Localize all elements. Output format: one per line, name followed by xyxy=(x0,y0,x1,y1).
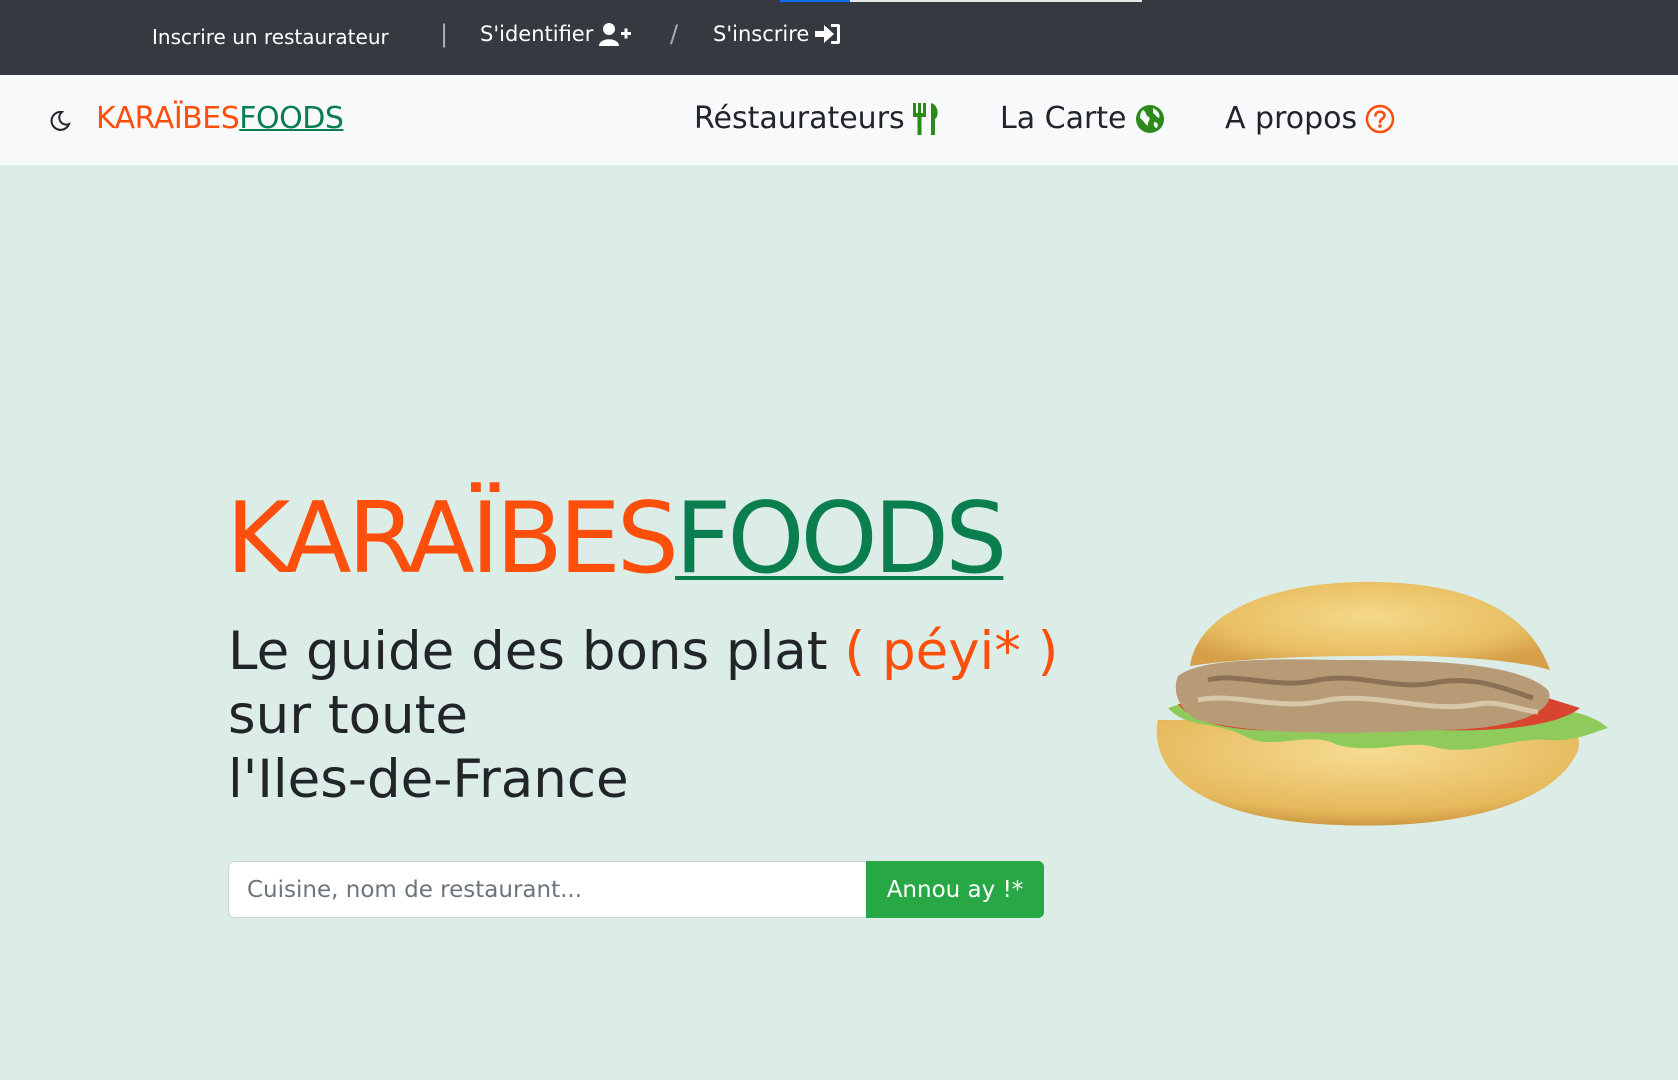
brand-logo[interactable]: KARAÏBESFOODS xyxy=(96,101,344,136)
utensils-icon xyxy=(912,102,938,135)
brand-part1: KARAÏBES xyxy=(96,101,240,136)
dark-mode-toggle-icon[interactable] xyxy=(48,109,72,133)
top-bar: Inscrire un restaurateur | S'identifier … xyxy=(0,0,1678,75)
question-circle-icon xyxy=(1365,104,1395,133)
globe-icon xyxy=(1135,104,1164,133)
tagline-line1: Le guide des bons plat xyxy=(228,621,828,682)
loading-progress-bar xyxy=(780,0,850,2)
main-navbar: KARAÏBESFOODS Réstaurateurs La Carte A p… xyxy=(0,75,1678,165)
hero-tagline: Le guide des bons plat ( péyi* ) sur tou… xyxy=(228,620,1088,812)
hero-brand-part1: KARAÏBES xyxy=(226,482,679,596)
login-link[interactable]: S'identifier xyxy=(480,22,632,46)
register-restaurant-link[interactable]: Inscrire un restaurateur xyxy=(152,25,389,49)
sandwich-image xyxy=(1156,581,1608,826)
hero-brand-title: KARAÏBESFOODS xyxy=(226,490,1007,588)
signup-label: S'inscrire xyxy=(713,22,810,46)
search-input[interactable] xyxy=(228,861,866,918)
nav-link-label: La Carte xyxy=(1000,101,1127,136)
tagline-line2: sur toute xyxy=(228,685,469,746)
separator: / xyxy=(670,20,679,48)
login-label: S'identifier xyxy=(480,22,594,46)
user-plus-icon xyxy=(599,23,632,46)
brand-part2: FOODS xyxy=(239,101,344,136)
signup-link[interactable]: S'inscrire xyxy=(713,22,841,46)
sign-in-icon xyxy=(815,24,841,44)
nav-link-label: Réstaurateurs xyxy=(694,101,905,136)
nav-link-la-carte[interactable]: La Carte xyxy=(1000,101,1165,136)
tagline-line1-row: Le guide des bons plat ( péyi* ) xyxy=(228,620,1088,684)
nav-link-a-propos[interactable]: A propos xyxy=(1225,101,1395,136)
register-restaurant-label: Inscrire un restaurateur xyxy=(152,25,389,49)
separator: | xyxy=(440,20,449,48)
nav-link-restaurateurs[interactable]: Réstaurateurs xyxy=(694,101,939,136)
nav-link-label: A propos xyxy=(1225,101,1358,136)
hero-brand-part2: FOODS xyxy=(675,482,1007,596)
loading-progress-track xyxy=(850,0,1142,2)
search-form: Annou ay !* xyxy=(228,861,1044,918)
search-button[interactable]: Annou ay !* xyxy=(866,861,1044,918)
tagline-peyi: ( péyi* ) xyxy=(844,621,1059,682)
tagline-line3: l'Iles-de-France xyxy=(228,749,629,810)
